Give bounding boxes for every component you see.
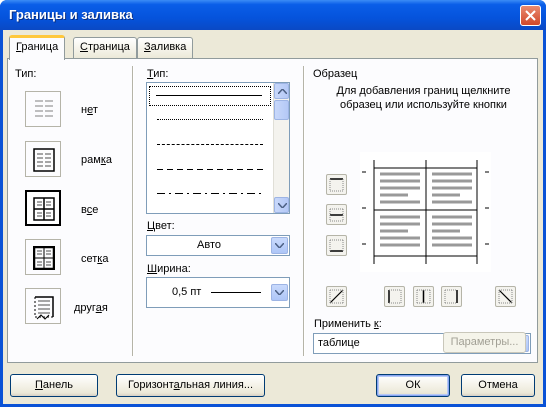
width-sample-line <box>211 292 261 293</box>
preset-all-button[interactable] <box>25 190 61 226</box>
chevron-up-icon <box>278 89 287 94</box>
preset-custom-label: другая <box>74 302 108 314</box>
line-style-selected[interactable] <box>149 86 271 106</box>
preview-label: Образец <box>313 68 358 80</box>
separator-left <box>132 66 134 356</box>
custom-border-icon <box>34 296 54 320</box>
line-style-list[interactable] <box>146 82 290 214</box>
preview-table-diagram <box>362 160 489 264</box>
left-border-icon <box>388 289 402 304</box>
preset-none-label: нет <box>81 104 98 116</box>
diagonal-up-icon <box>329 289 344 304</box>
all-borders-icon <box>33 197 55 221</box>
separator-right <box>303 66 305 356</box>
inside-horizontal-border-icon <box>329 208 344 222</box>
preview-hint: Для добавления границ щелкните образец и… <box>336 85 511 111</box>
inside-horizontal-border-button[interactable] <box>326 204 347 225</box>
box-border-icon <box>33 148 55 172</box>
tab-border[interactable]: Граница <box>9 35 66 60</box>
line-dotted[interactable] <box>157 119 263 120</box>
color-value: Авто <box>197 239 221 251</box>
preset-box-button[interactable] <box>25 141 61 177</box>
tab-fill[interactable]: Заливка <box>137 37 194 58</box>
bottom-border-icon <box>329 239 344 252</box>
close-icon <box>525 10 536 21</box>
scroll-down-button[interactable] <box>274 197 289 213</box>
color-label: Цвет: <box>147 220 175 232</box>
preset-grid-label: сетка <box>81 253 109 265</box>
width-label: Ширина: <box>147 263 191 275</box>
panel-button[interactable]: Панель <box>10 374 98 397</box>
inside-vertical-border-button[interactable] <box>413 286 434 307</box>
scroll-thumb[interactable] <box>274 100 289 120</box>
chevron-down-icon <box>278 203 287 208</box>
preview-area[interactable] <box>360 152 491 272</box>
width-value: 0,5 пт <box>172 286 202 298</box>
scroll-up-button[interactable] <box>274 83 289 99</box>
preset-all-label: все <box>81 204 99 216</box>
preset-grid-button[interactable] <box>25 239 61 275</box>
close-button[interactable] <box>520 5 541 26</box>
top-border-icon <box>329 178 344 192</box>
right-border-button[interactable] <box>441 286 462 307</box>
parameters-button[interactable]: Параметры... <box>443 332 526 353</box>
line-dashed-small[interactable] <box>157 144 263 145</box>
bottom-border-button[interactable] <box>326 235 347 256</box>
cancel-button[interactable]: Отмена <box>461 374 535 397</box>
apply-to-value: таблице <box>318 337 360 349</box>
dialog-title: Границы и заливка <box>9 7 133 22</box>
diagonal-down-icon <box>498 289 513 304</box>
dialog-body: Граница Страница Заливка Тип: нет рамка … <box>3 30 543 404</box>
inside-vertical-border-icon <box>416 289 431 304</box>
color-select[interactable]: Авто <box>146 235 290 256</box>
diagonal-up-border-button[interactable] <box>326 286 347 307</box>
grid-border-icon <box>33 246 55 270</box>
tab-panel-border: Тип: нет рамка все сетка другая Тип: Цве… <box>7 58 538 363</box>
line-style-label: Тип: <box>147 68 169 80</box>
apply-to-label: Применить к: <box>314 318 382 330</box>
ok-button[interactable]: ОК <box>376 374 450 397</box>
preset-custom-button[interactable] <box>25 288 61 324</box>
chevron-down-icon <box>275 290 284 295</box>
preset-box-label: рамка <box>81 154 112 166</box>
dialog-window: Границы и заливка Граница Страница Залив… <box>0 0 546 407</box>
width-dropdown-button[interactable] <box>271 284 288 301</box>
left-border-button[interactable] <box>384 286 405 307</box>
line-style-scrollbar[interactable] <box>273 83 289 213</box>
horizontal-line-button[interactable]: Горизонтальная линия... <box>116 374 265 397</box>
line-solid <box>156 95 262 96</box>
right-border-icon <box>444 289 458 304</box>
chevron-down-icon <box>275 243 284 248</box>
color-dropdown-button[interactable] <box>271 237 288 254</box>
width-select[interactable]: 0,5 пт <box>146 277 290 308</box>
line-dash-dot[interactable] <box>157 193 263 194</box>
top-border-button[interactable] <box>326 174 347 195</box>
no-border-icon <box>35 100 53 117</box>
type-section-label: Тип: <box>15 68 37 80</box>
diagonal-down-border-button[interactable] <box>495 286 516 307</box>
preset-none-button[interactable] <box>25 91 61 127</box>
title-bar[interactable]: Границы и заливка <box>0 0 546 30</box>
tab-page[interactable]: Страница <box>73 37 137 58</box>
line-dashed[interactable] <box>157 169 263 170</box>
